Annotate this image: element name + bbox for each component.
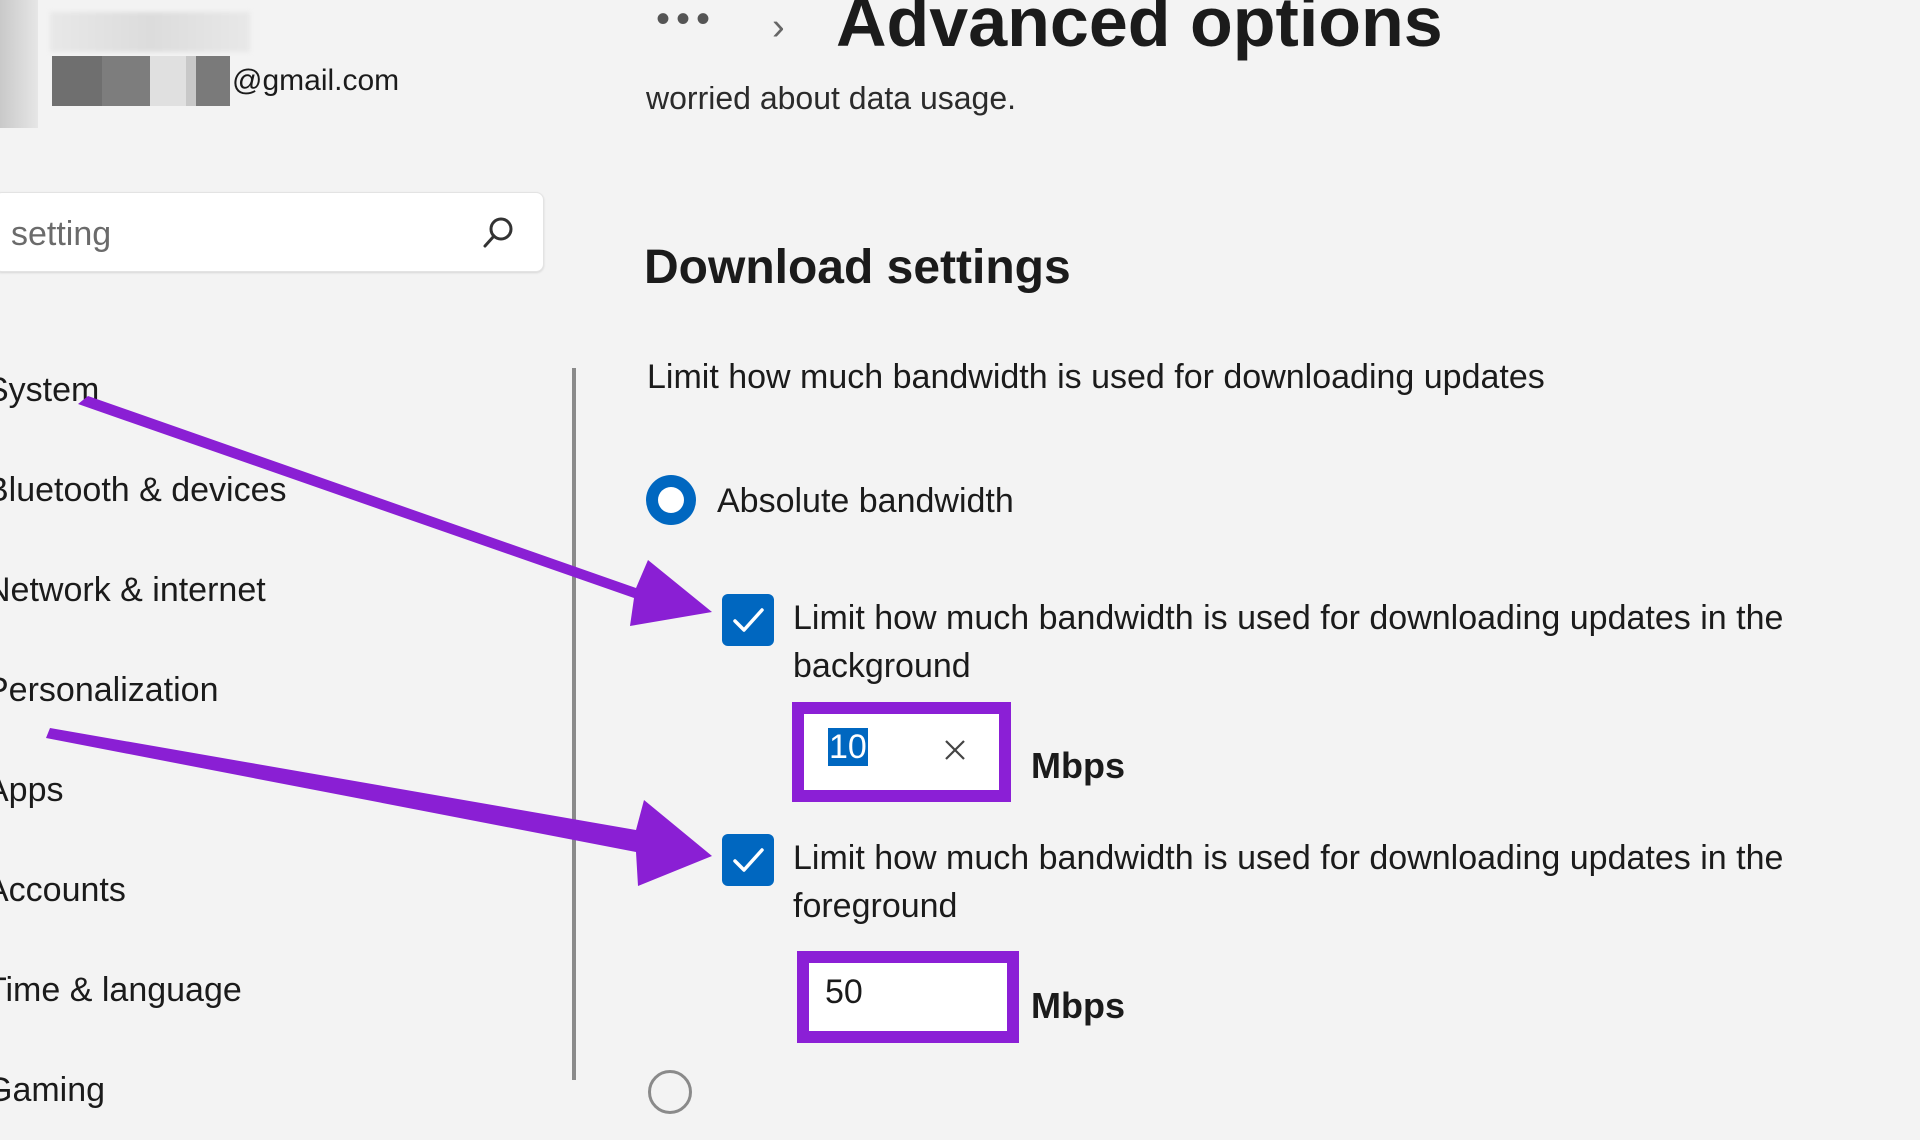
sidebar-item-apps[interactable]: Apps: [0, 740, 546, 840]
search-box[interactable]: [0, 192, 544, 272]
page-title: Advanced options: [836, 0, 1443, 61]
sidebar-item-label: Time & language: [0, 970, 242, 1009]
foreground-limit-label[interactable]: Limit how much bandwidth is used for dow…: [793, 834, 1920, 930]
radio-dot: [658, 487, 684, 513]
pane-divider[interactable]: [572, 368, 576, 1080]
redaction-block: [102, 56, 150, 106]
checkmark-icon: [733, 608, 764, 632]
background-limit-unit: Mbps: [1031, 745, 1125, 786]
section-description: Limit how much bandwidth is used for dow…: [647, 358, 1545, 396]
checkmark-icon: [733, 848, 764, 872]
sidebar-item-gaming[interactable]: Gaming: [0, 1040, 546, 1140]
background-limit-label[interactable]: Limit how much bandwidth is used for dow…: [793, 594, 1920, 690]
redaction-block: [186, 56, 196, 106]
redaction-block: [196, 56, 230, 106]
chevron-right-icon: ›: [772, 6, 785, 48]
redaction-block: [52, 56, 102, 106]
absolute-bandwidth-label[interactable]: Absolute bandwidth: [717, 482, 1014, 521]
background-limit-input[interactable]: 10: [828, 728, 948, 776]
clear-icon[interactable]: [937, 732, 973, 768]
sidebar-item-system[interactable]: System: [0, 340, 546, 440]
sidebar-item-label: Accounts: [0, 870, 126, 909]
foreground-limit-field-highlight: 50: [797, 951, 1019, 1043]
email-suffix: @gmail.com: [232, 64, 400, 97]
avatar[interactable]: [0, 0, 38, 128]
sidebar-item-label: Gaming: [0, 1070, 106, 1109]
sidebar-item-label: Personalization: [0, 670, 219, 709]
more-icon[interactable]: •••: [656, 0, 716, 39]
sidebar-nav: System Bluetooth & devices Network & int…: [0, 340, 546, 1140]
sidebar-item-label: Network & internet: [0, 570, 266, 609]
sidebar-item-accounts[interactable]: Accounts: [0, 840, 546, 940]
sidebar-item-label: System: [0, 370, 100, 409]
background-limit-field-highlight: 10: [792, 702, 1011, 802]
search-input[interactable]: [9, 207, 453, 261]
sidebar-item-personalization[interactable]: Personalization: [0, 640, 546, 740]
foreground-limit-input[interactable]: 50: [825, 973, 985, 1021]
redaction-block: [150, 56, 186, 106]
section-title: Download settings: [644, 241, 1071, 294]
account-email: @gmail.com: [52, 56, 399, 106]
background-limit-checkbox[interactable]: [722, 594, 774, 646]
clipped-description-text: worried about data usage.: [646, 86, 1017, 116]
clipped-description: worried about data usage.: [646, 86, 1016, 118]
sidebar-item-label: Bluetooth & devices: [0, 470, 287, 509]
account-name-redacted: [50, 12, 250, 52]
background-limit-value: 10: [828, 728, 868, 766]
search-icon[interactable]: [479, 213, 519, 253]
sidebar-item-bluetooth[interactable]: Bluetooth & devices: [0, 440, 546, 540]
foreground-limit-value: 50: [825, 973, 863, 1011]
sidebar-item-network[interactable]: Network & internet: [0, 540, 546, 640]
percentage-radio-partial[interactable]: [648, 1070, 692, 1114]
foreground-limit-unit: Mbps: [1031, 985, 1125, 1026]
absolute-bandwidth-radio[interactable]: [646, 475, 696, 525]
foreground-limit-checkbox[interactable]: [722, 834, 774, 886]
sidebar-item-label: Apps: [0, 770, 64, 809]
sidebar-item-time-language[interactable]: Time & language: [0, 940, 546, 1040]
